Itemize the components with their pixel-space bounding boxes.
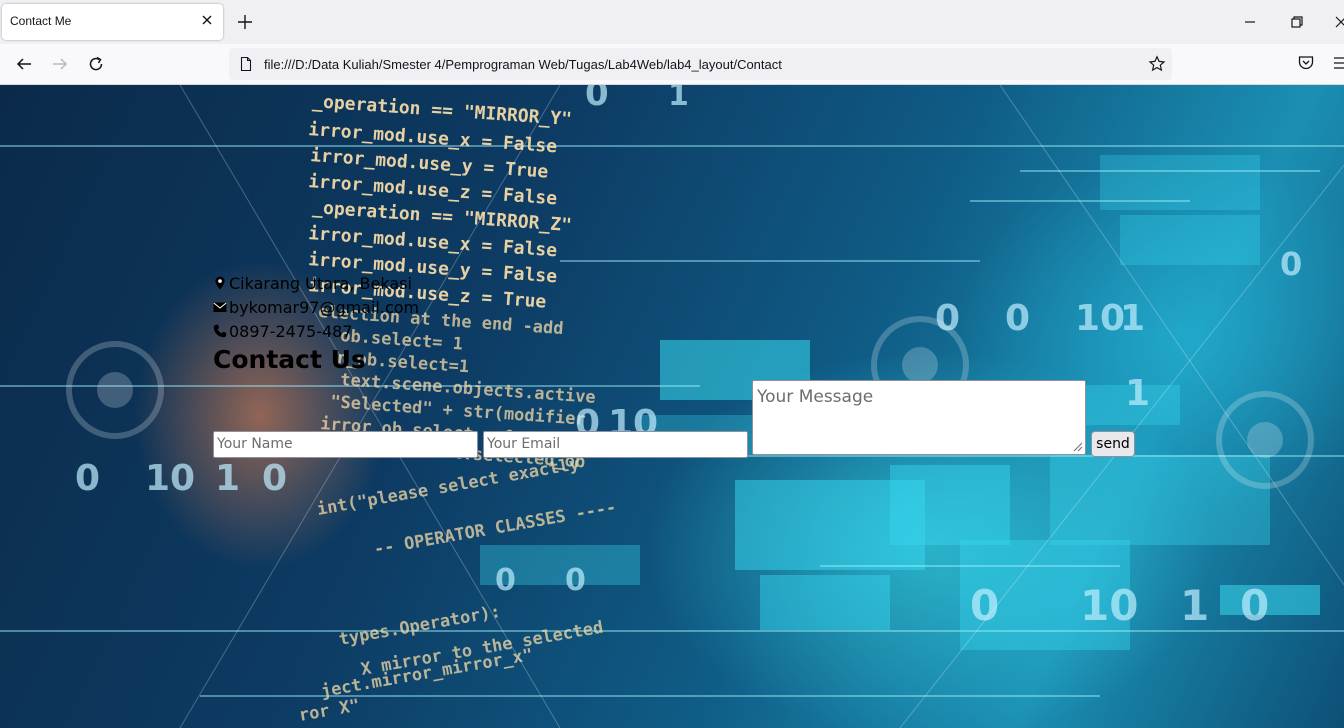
- navigation-toolbar: file:///D:/Data Kuliah/Smester 4/Pemprog…: [0, 44, 1344, 85]
- background-code-line: ror X": [297, 696, 361, 726]
- contact-info: Cikarang Utara, Bekasi bykomar97@gmail.c…: [213, 271, 419, 376]
- background-digit: 1: [215, 458, 240, 499]
- back-arrow-icon[interactable]: [14, 54, 34, 74]
- glow-panel: [1220, 585, 1320, 615]
- address-text: Cikarang Utara, Bekasi: [229, 273, 412, 293]
- page-icon: [240, 56, 252, 72]
- background-digit: 0: [262, 458, 287, 499]
- background-digit: 0: [565, 563, 586, 598]
- envelope-icon: [213, 302, 227, 312]
- hamburger-menu-icon[interactable]: [1333, 55, 1344, 71]
- contact-heading: Contact Us: [213, 345, 366, 374]
- forward-arrow-icon[interactable]: [50, 54, 70, 74]
- light-streak: [0, 630, 1344, 632]
- background-digit: 0: [1280, 245, 1302, 283]
- message-placeholder: Your Message: [757, 387, 874, 407]
- email-line: bykomar97@gmail.com: [213, 295, 419, 319]
- light-streak: [560, 260, 980, 262]
- background-digit: 1: [1120, 298, 1145, 339]
- background-digit: 1: [1180, 581, 1209, 630]
- background-digit: 10: [1080, 581, 1138, 630]
- url-text[interactable]: file:///D:/Data Kuliah/Smester 4/Pemprog…: [264, 57, 782, 72]
- background-digit: 0: [1240, 581, 1269, 630]
- phone-text: 0897-2475-487: [229, 321, 353, 341]
- new-tab-icon[interactable]: [235, 12, 255, 32]
- light-streak: [1020, 170, 1320, 172]
- watermark-icon: [1247, 422, 1283, 458]
- address-bar[interactable]: file:///D:/Data Kuliah/Smester 4/Pemprog…: [229, 48, 1172, 80]
- glow-panel: [760, 575, 890, 630]
- watermark-icon: [97, 372, 133, 408]
- background-digit: 0: [1005, 298, 1030, 339]
- phone-line: 0897-2475-487: [213, 319, 419, 343]
- restore-icon[interactable]: [1287, 12, 1307, 32]
- bookmark-star-icon[interactable]: [1148, 55, 1166, 73]
- background-digit: 0: [585, 85, 609, 114]
- phone-icon: [213, 324, 227, 338]
- light-streak: [820, 565, 1120, 567]
- minimize-icon[interactable]: [1240, 12, 1260, 32]
- background-digit: 0: [970, 581, 999, 630]
- close-icon[interactable]: [199, 12, 215, 28]
- glow-panel: [1120, 215, 1260, 265]
- message-textarea[interactable]: Your Message: [752, 380, 1086, 455]
- light-streak: [0, 145, 1344, 147]
- address-line: Cikarang Utara, Bekasi: [213, 271, 419, 295]
- watermark-icon: [902, 347, 938, 383]
- glow-panel: [1050, 455, 1270, 545]
- background-digit: 1: [668, 85, 689, 113]
- email-text: bykomar97@gmail.com: [229, 297, 420, 317]
- pocket-icon[interactable]: [1297, 54, 1315, 72]
- contact-form: Your Name Your Email Your Message send: [213, 380, 1143, 460]
- map-marker-icon: [215, 276, 225, 290]
- page-viewport: _operation == "MIRROR_Y" irror_mod.use_x …: [0, 85, 1344, 728]
- send-button[interactable]: send: [1091, 431, 1135, 457]
- name-input[interactable]: Your Name: [213, 431, 478, 458]
- tab-bar: Contact Me: [0, 0, 1344, 44]
- background-digit: 10: [1075, 298, 1125, 339]
- glow-panel: [890, 465, 1010, 545]
- background-digit: 0: [495, 563, 516, 598]
- email-input[interactable]: Your Email: [483, 431, 748, 458]
- window-close-icon[interactable]: [1331, 12, 1344, 32]
- reload-icon[interactable]: [86, 54, 106, 74]
- resize-handle-icon[interactable]: [1071, 440, 1083, 452]
- background-digit: 10: [145, 458, 195, 499]
- background-digit: 0: [75, 458, 100, 499]
- tab-title: Contact Me: [10, 14, 72, 28]
- tab-contact-me[interactable]: Contact Me: [2, 4, 223, 40]
